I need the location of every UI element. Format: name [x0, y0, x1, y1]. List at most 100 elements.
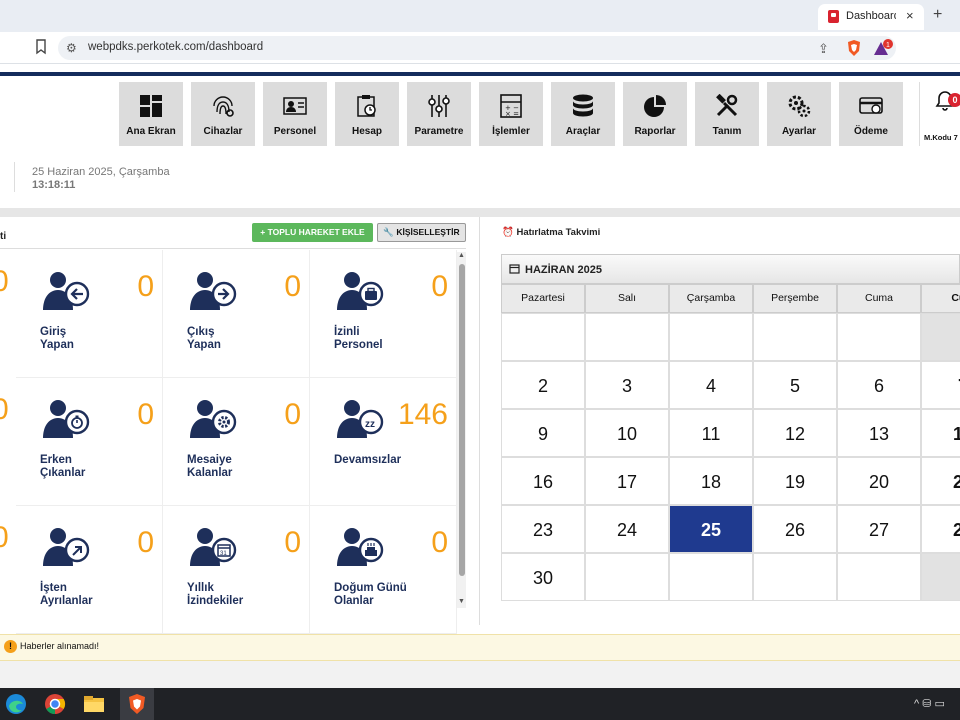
- person-cake-icon: [337, 528, 384, 566]
- calendar-day-cell[interactable]: 12: [753, 409, 837, 457]
- calendar-day-cell[interactable]: [837, 553, 921, 601]
- calendar-day-cell[interactable]: [669, 313, 753, 361]
- calendar-day-cell[interactable]: 18: [669, 457, 753, 505]
- fingerprint-icon: [213, 96, 234, 117]
- calendar-day-cell[interactable]: 16: [501, 457, 585, 505]
- person-calendar-icon: 31: [190, 528, 237, 566]
- calendar-day-cell[interactable]: 27: [837, 505, 921, 553]
- nav-id-card-button[interactable]: Personel: [263, 82, 327, 146]
- chrome-icon[interactable]: [42, 691, 68, 717]
- nav-label: Ödeme: [854, 126, 888, 137]
- section-divider: [0, 208, 960, 217]
- stat-card[interactable]: 0 Çıkış Yapan: [163, 250, 310, 378]
- partial-stat-count: 0: [0, 521, 9, 554]
- nav-gears-button[interactable]: Ayarlar: [767, 82, 831, 146]
- scroll-down-icon[interactable]: ▼: [458, 598, 465, 605]
- person-sleep-zz-icon: zz: [337, 400, 384, 438]
- calendar-day-cell[interactable]: 5: [753, 361, 837, 409]
- calendar-day-cell[interactable]: 21: [921, 457, 960, 505]
- page-footer-area: [0, 661, 960, 689]
- calendar-day-cell[interactable]: 2: [501, 361, 585, 409]
- calendar-day-cell[interactable]: 3: [585, 361, 669, 409]
- calendar-day-cell[interactable]: [921, 313, 960, 361]
- brave-rewards-icon[interactable]: 1: [872, 39, 894, 57]
- calendar-day-cell[interactable]: 26: [753, 505, 837, 553]
- scroll-up-icon[interactable]: ▲: [458, 252, 465, 259]
- calendar-day-cell[interactable]: 6: [837, 361, 921, 409]
- calendar-day-cell[interactable]: 14: [921, 409, 960, 457]
- stat-card[interactable]: zz 146 Devamsızlar: [310, 378, 457, 506]
- calendar-day-cell[interactable]: 11: [669, 409, 753, 457]
- alarm-clock-icon: ⏰: [502, 227, 514, 238]
- tray-caret-icon[interactable]: ^: [914, 698, 919, 710]
- calendar-day-cell[interactable]: 17: [585, 457, 669, 505]
- stat-card[interactable]: 0 İzinli Personel: [310, 250, 457, 378]
- nav-clipboard-clock-button[interactable]: Hesap: [335, 82, 399, 146]
- nav-payment-card-button[interactable]: Ödeme: [839, 82, 903, 146]
- new-tab-button[interactable]: +: [933, 6, 942, 24]
- calendar-day-cell[interactable]: [501, 313, 585, 361]
- nav-fingerprint-button[interactable]: Cihazlar: [191, 82, 255, 146]
- share-icon[interactable]: ⇪: [818, 41, 829, 57]
- nav-dashboard-button[interactable]: Ana Ekran: [119, 82, 183, 146]
- calendar-day-cell[interactable]: [753, 553, 837, 601]
- calendar-day-cell[interactable]: [837, 313, 921, 361]
- nav-sliders-button[interactable]: Parametre: [407, 82, 471, 146]
- calendar-day-cell[interactable]: 10: [585, 409, 669, 457]
- url-text[interactable]: webpdks.perkotek.com/dashboard: [88, 41, 263, 53]
- stats-scrollbar-thumb[interactable]: [459, 264, 465, 576]
- calendar-day-cell[interactable]: [753, 313, 837, 361]
- stat-count: 0: [431, 526, 448, 559]
- weekday-header: Pazartesi: [501, 284, 585, 313]
- calendar-day-cell[interactable]: 25: [669, 505, 753, 553]
- bulk-movement-add-button[interactable]: + TOPLU HAREKET EKLE: [252, 223, 373, 242]
- tab-close-button[interactable]: ×: [906, 8, 914, 23]
- bookmark-icon[interactable]: [34, 38, 48, 56]
- stat-count: 0: [137, 270, 154, 303]
- stat-card[interactable]: 0 Mesaiye Kalanlar: [163, 378, 310, 506]
- calendar-day-cell[interactable]: [585, 553, 669, 601]
- calendar-day-cell[interactable]: 4: [669, 361, 753, 409]
- weekday-header: Cum: [921, 284, 960, 313]
- stat-card[interactable]: 0 Giriş Yapan: [16, 250, 163, 378]
- tray-network-icon[interactable]: ⛁: [922, 698, 931, 710]
- calendar-day-cell[interactable]: 28: [921, 505, 960, 553]
- brave-shields-icon[interactable]: [846, 39, 862, 57]
- nav-tools-button[interactable]: Tanım: [695, 82, 759, 146]
- system-tray[interactable]: ^ ⛁ ▭: [914, 697, 945, 710]
- company-code: M.Kodu 7: [924, 133, 958, 142]
- nav-label: Cihazlar: [203, 126, 243, 137]
- stat-card[interactable]: 0 İşten Ayrılanlar: [16, 506, 163, 634]
- calendar-day-cell[interactable]: 23: [501, 505, 585, 553]
- calendar-day-cell[interactable]: 9: [501, 409, 585, 457]
- nav-pie-chart-button[interactable]: Raporlar: [623, 82, 687, 146]
- partial-stat-count: 0: [0, 265, 9, 298]
- svg-text:zz: zz: [365, 419, 375, 430]
- tray-display-icon[interactable]: ▭: [935, 698, 945, 710]
- edge-browser-icon[interactable]: [3, 691, 29, 717]
- calendar-day-cell[interactable]: 19: [753, 457, 837, 505]
- stat-card[interactable]: 31 0 Yıllık İzindekiler: [163, 506, 310, 634]
- nav-calculator-button[interactable]: + − × = İşlemler: [479, 82, 543, 146]
- personalize-button[interactable]: 🔧 KİŞİSELLEŞTİR: [377, 223, 466, 242]
- calendar-day-cell[interactable]: [585, 313, 669, 361]
- stat-label: Erken Çıkanlar: [40, 454, 86, 479]
- calendar-day-cell[interactable]: 20: [837, 457, 921, 505]
- stat-count: 0: [431, 270, 448, 303]
- calendar-day-cell[interactable]: 7: [921, 361, 960, 409]
- brave-browser-icon[interactable]: [124, 691, 150, 717]
- calendar-day-cell[interactable]: 13: [837, 409, 921, 457]
- stat-count: 0: [137, 398, 154, 431]
- clipboard-clock-icon: [357, 95, 376, 117]
- calendar-day-cell[interactable]: 24: [585, 505, 669, 553]
- stat-count: 0: [284, 398, 301, 431]
- calendar-day-cell[interactable]: 30: [501, 553, 585, 601]
- file-explorer-icon[interactable]: [81, 691, 107, 717]
- nav-database-button[interactable]: Araçlar: [551, 82, 615, 146]
- calendar-day-cell[interactable]: [921, 553, 960, 601]
- stat-card[interactable]: 0 Doğum Günü Olanlar: [310, 506, 457, 634]
- calendar-day-cell[interactable]: [669, 553, 753, 601]
- site-settings-icon[interactable]: ⚙: [66, 41, 77, 55]
- stat-card[interactable]: 0 Erken Çıkanlar: [16, 378, 163, 506]
- browser-tab-dashboard[interactable]: Dashboard ×: [818, 4, 924, 30]
